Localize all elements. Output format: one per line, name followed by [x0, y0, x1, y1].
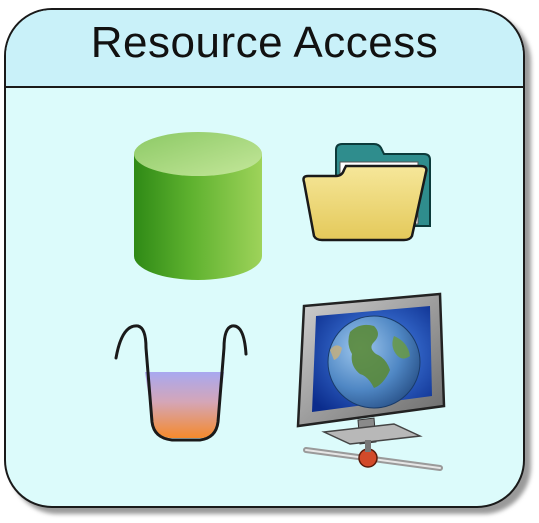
panel-title: Resource Access — [90, 18, 439, 67]
folder-icon — [302, 143, 431, 242]
diagram-canvas: Resource Access — [0, 0, 539, 523]
beaker-icon — [114, 324, 248, 442]
computer-monitor-icon — [296, 292, 446, 471]
database-icon — [134, 132, 262, 280]
panel-header: Resource Access — [6, 10, 523, 88]
